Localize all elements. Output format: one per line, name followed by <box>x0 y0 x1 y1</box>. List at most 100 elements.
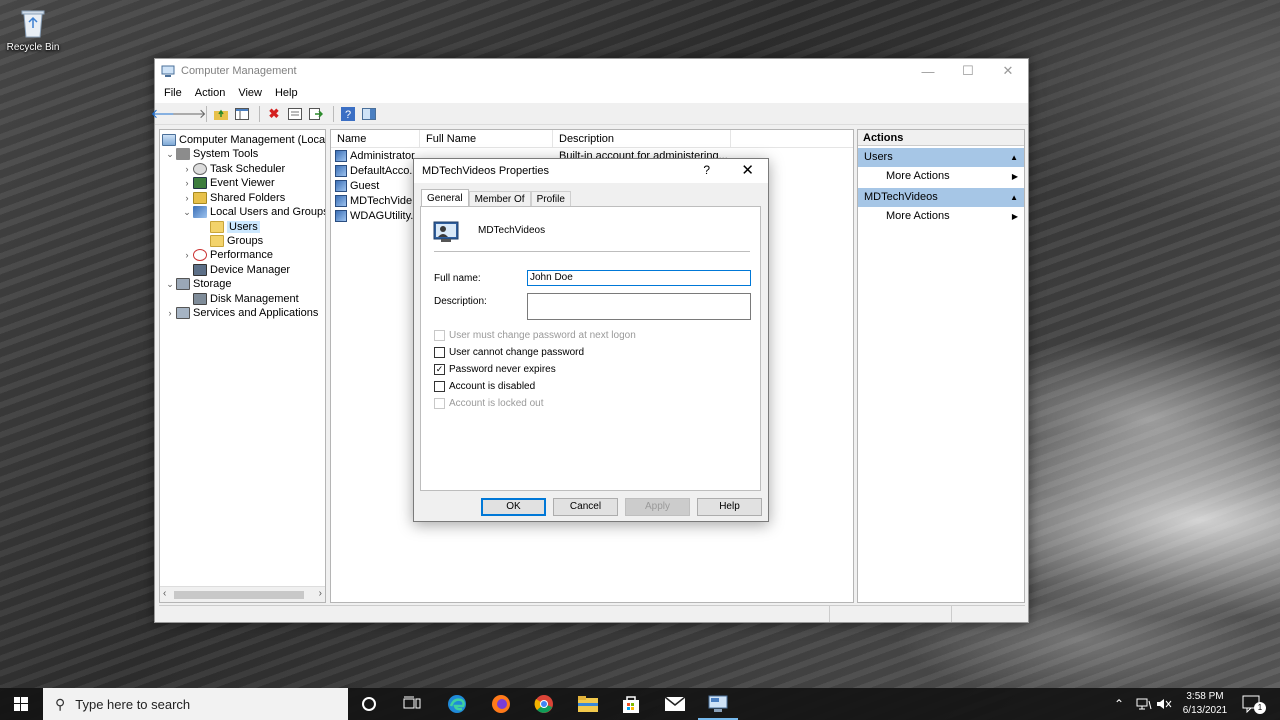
tree-node-services-applications[interactable]: › Services and Applications <box>164 306 318 320</box>
horizontal-scrollbar[interactable]: ‹ › <box>160 586 325 602</box>
close-button[interactable]: ✕ <box>988 59 1028 83</box>
user-icon <box>335 164 347 177</box>
clock-date: 6/13/2021 <box>1182 705 1228 716</box>
users-group-icon <box>193 206 207 218</box>
notification-count-badge: 1 <box>1254 702 1266 714</box>
task-view-icon[interactable] <box>400 692 424 716</box>
account-username: MDTechVideos <box>478 225 546 236</box>
start-button[interactable] <box>0 688 42 720</box>
actions-section-users[interactable]: Users ▲ <box>858 148 1024 167</box>
account-disabled-checkbox[interactable]: Account is disabled <box>434 380 535 392</box>
column-header-full-name[interactable]: Full Name <box>420 130 553 148</box>
expand-chevron-icon[interactable]: › <box>181 164 193 174</box>
tree-node-groups[interactable]: Groups <box>210 234 263 248</box>
recycle-bin-desktop-icon[interactable]: Recycle Bin <box>4 6 62 53</box>
expand-chevron-icon[interactable]: › <box>181 250 193 260</box>
search-icon: ⚲ <box>55 695 66 712</box>
window-titlebar[interactable]: Computer Management — ☐ ✕ <box>155 59 1028 83</box>
expand-chevron-icon[interactable]: › <box>164 308 176 318</box>
scrollbar-thumb[interactable] <box>174 591 304 599</box>
tree-node-task-scheduler[interactable]: › Task Scheduler <box>181 162 285 176</box>
mail-icon[interactable] <box>663 692 687 716</box>
edge-browser-icon[interactable] <box>445 692 469 716</box>
export-list-icon[interactable] <box>307 105 325 123</box>
tree-node-local-users-groups[interactable]: ⌄ Local Users and Groups <box>181 205 325 219</box>
system-tools-icon <box>176 148 190 160</box>
scroll-right-icon[interactable]: › <box>319 588 322 599</box>
apply-button: Apply <box>625 498 690 516</box>
ok-button[interactable]: OK <box>481 498 546 516</box>
tree-node-performance[interactable]: › Performance <box>181 248 273 262</box>
menu-help[interactable]: Help <box>270 87 306 99</box>
dialog-close-button[interactable]: ✕ <box>741 161 754 179</box>
dialog-help-button[interactable]: ? <box>703 163 710 177</box>
tree-node-system-tools[interactable]: ⌄ System Tools <box>164 147 258 161</box>
full-name-field[interactable]: John Doe <box>527 270 751 286</box>
user-account-icon <box>433 219 461 243</box>
tab-general[interactable]: General <box>421 189 469 207</box>
menu-file[interactable]: File <box>159 87 190 99</box>
users-more-actions[interactable]: More Actions ▶ <box>858 167 1024 186</box>
submenu-arrow-icon: ▶ <box>1011 212 1018 221</box>
tab-member-of[interactable]: Member Of <box>468 191 531 207</box>
expand-chevron-icon[interactable]: › <box>181 193 193 203</box>
collapse-chevron-icon[interactable]: ⌄ <box>181 207 193 218</box>
tree-node-shared-folders[interactable]: › Shared Folders <box>181 191 285 205</box>
tree-node-device-manager[interactable]: Device Manager <box>193 263 290 277</box>
firefox-icon[interactable] <box>489 692 513 716</box>
action-center-button[interactable]: 1 <box>1242 688 1266 720</box>
network-icon[interactable] <box>1136 688 1152 720</box>
properties-icon[interactable] <box>286 105 304 123</box>
microsoft-store-icon[interactable] <box>619 692 643 716</box>
collapse-chevron-icon[interactable]: ⌄ <box>164 279 176 290</box>
menu-view[interactable]: View <box>233 87 270 99</box>
checkbox-box <box>434 397 445 409</box>
maximize-button[interactable]: ☐ <box>948 59 988 83</box>
column-header-name[interactable]: Name <box>331 130 420 148</box>
folder-icon <box>210 235 224 247</box>
collapse-chevron-icon[interactable]: ⌄ <box>164 149 176 160</box>
show-hide-console-tree-icon[interactable] <box>233 105 251 123</box>
help-button[interactable]: Help <box>697 498 762 516</box>
forward-arrow-icon[interactable]: 🡒 <box>172 105 207 123</box>
cannot-change-password-checkbox[interactable]: User cannot change password <box>434 346 584 358</box>
cancel-button[interactable]: Cancel <box>553 498 618 516</box>
tree-node-event-viewer[interactable]: › Event Viewer <box>181 176 275 190</box>
tree-node-users[interactable]: Users <box>210 220 260 234</box>
checkbox-box[interactable] <box>434 380 445 392</box>
show-hide-action-pane-icon[interactable] <box>360 105 378 123</box>
user-icon <box>335 149 347 162</box>
help-icon[interactable]: ? <box>339 105 357 123</box>
collapse-triangle-icon[interactable]: ▲ <box>1010 148 1018 167</box>
menu-action[interactable]: Action <box>190 87 234 99</box>
cortana-icon[interactable] <box>357 692 381 716</box>
collapse-triangle-icon[interactable]: ▲ <box>1010 188 1018 207</box>
description-field[interactable] <box>527 293 751 320</box>
show-hidden-icons-button[interactable]: ⌃ <box>1114 688 1124 720</box>
column-header-description[interactable]: Description <box>553 130 731 148</box>
scroll-left-icon[interactable]: ‹ <box>163 588 166 599</box>
toolbar-separator <box>259 105 260 122</box>
expand-chevron-icon[interactable]: › <box>181 178 193 188</box>
dialog-titlebar[interactable]: MDTechVideos Properties ? ✕ <box>414 159 768 183</box>
up-folder-icon[interactable] <box>212 105 230 123</box>
taskbar-clock[interactable]: 3:58 PM 6/13/2021 <box>1172 690 1238 718</box>
minimize-button[interactable]: — <box>908 59 948 83</box>
mdtechvideos-more-actions[interactable]: More Actions ▶ <box>858 207 1024 226</box>
taskbar-search-box[interactable]: ⚲ Type here to search <box>43 688 348 720</box>
volume-muted-icon[interactable] <box>1156 688 1172 720</box>
actions-header: Actions <box>858 130 1024 146</box>
tree-node-computer-management[interactable]: Computer Management (Local <box>162 133 325 147</box>
dialog-tabs: General Member Of Profile <box>421 189 571 207</box>
computer-management-taskbar-icon[interactable] <box>698 692 738 720</box>
password-never-expires-checkbox[interactable]: ✓ Password never expires <box>434 363 556 375</box>
tree-node-disk-management[interactable]: Disk Management <box>193 292 299 306</box>
checkmark-icon[interactable]: ✓ <box>434 363 445 375</box>
delete-icon[interactable]: ✖ <box>265 105 283 123</box>
actions-section-mdtechvideos[interactable]: MDTechVideos ▲ <box>858 188 1024 207</box>
file-explorer-icon[interactable] <box>576 692 600 716</box>
chrome-icon[interactable] <box>532 692 556 716</box>
tree-node-storage[interactable]: ⌄ Storage <box>164 277 232 291</box>
tab-profile[interactable]: Profile <box>530 191 571 207</box>
checkbox-box[interactable] <box>434 346 445 358</box>
